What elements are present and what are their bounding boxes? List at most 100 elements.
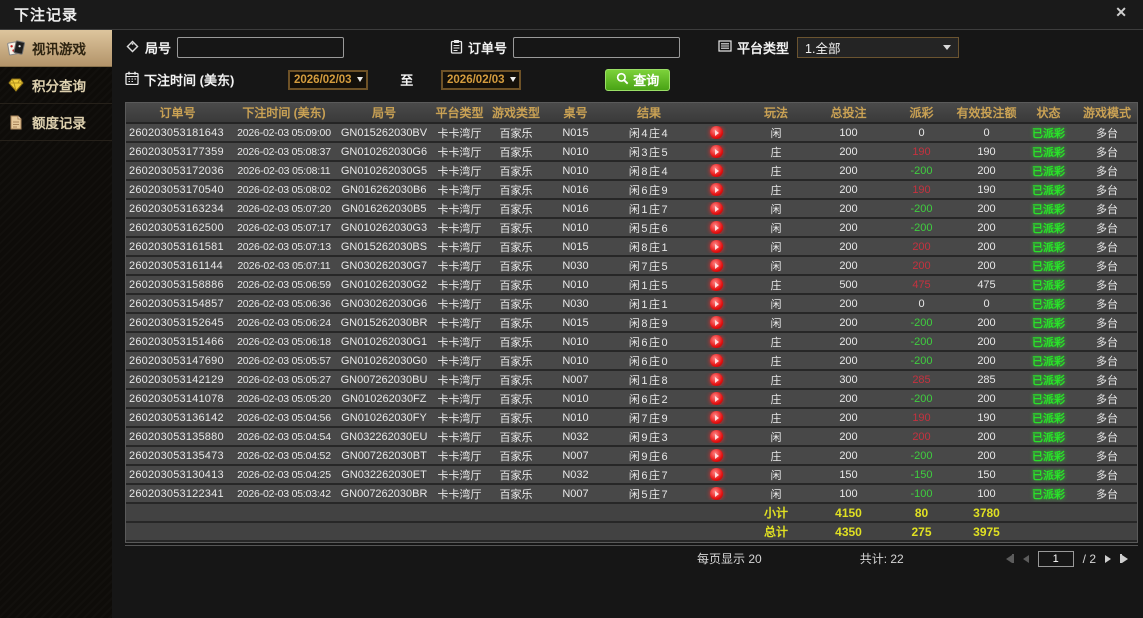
cell-payout: 190 <box>912 411 931 424</box>
cell-table: N010 <box>562 411 589 424</box>
cards-icon <box>7 40 25 56</box>
result-play-cell <box>689 259 743 272</box>
col-header-method: 玩法 <box>763 106 788 120</box>
col-header-platform: 平台类型 <box>435 106 484 120</box>
cell-table: N010 <box>562 221 589 234</box>
result-play-cell <box>689 278 743 291</box>
play-icon[interactable] <box>709 487 723 500</box>
play-icon[interactable] <box>709 221 723 234</box>
play-icon[interactable] <box>709 202 723 215</box>
cell-order: 260203053172036 <box>129 164 224 177</box>
bet-records-table: 订单号 下注时间 (美东) 局号 平台类型 游戏类型 桌号 结果 玩法 总投注 … <box>125 102 1138 543</box>
table-row: 260203053147690 2026-02-03 05:05:57 GN0102… <box>126 352 1137 371</box>
cell-game: 百家乐 <box>499 222 533 235</box>
cell-result: 闲6庄9 <box>628 184 670 197</box>
play-icon[interactable] <box>709 278 723 291</box>
play-icon[interactable] <box>709 240 723 253</box>
cell-status: 已派彩 <box>1032 165 1065 178</box>
play-icon[interactable] <box>709 316 723 329</box>
sidebar-item-video-games[interactable]: 视讯游戏 <box>0 30 112 67</box>
table-row: 260203053163234 2026-02-03 05:07:20 GN0162… <box>126 200 1137 219</box>
first-page-icon[interactable] <box>1005 554 1014 563</box>
cell-result: 闲4庄4 <box>628 127 670 140</box>
play-icon[interactable] <box>709 164 723 177</box>
page-number-input[interactable] <box>1037 550 1074 567</box>
cell-order: 260203053161144 <box>129 259 223 272</box>
cell-mode: 多台 <box>1096 146 1118 159</box>
col-header-valid: 有效投注额 <box>956 106 1017 120</box>
round-no-input[interactable] <box>177 37 345 58</box>
date-from-picker[interactable]: 2026/02/03 <box>288 69 369 90</box>
cell-mode: 多台 <box>1096 450 1118 463</box>
subtotal-payout: 80 <box>914 505 929 520</box>
play-icon[interactable] <box>709 297 723 310</box>
play-icon[interactable] <box>709 468 723 481</box>
cell-time: 2026-02-03 05:05:57 <box>237 354 331 367</box>
play-icon[interactable] <box>709 430 723 443</box>
cell-platform: 卡卡湾厅 <box>437 336 482 349</box>
cell-platform: 卡卡湾厅 <box>437 203 482 216</box>
order-no-input[interactable] <box>513 37 681 58</box>
cell-result: 闲1庄7 <box>628 203 670 216</box>
cell-bet: 150 <box>839 468 858 481</box>
cell-order: 260203053162500 <box>129 221 224 234</box>
cell-round: GN010262030G3 <box>340 221 428 234</box>
prev-page-icon[interactable] <box>1022 554 1029 563</box>
cell-order: 260203053142129 <box>129 373 224 386</box>
cell-valid: 200 <box>977 164 996 177</box>
play-icon[interactable] <box>709 126 723 139</box>
cell-result: 闲7庄5 <box>628 260 670 273</box>
table-row: 260203053135880 2026-02-03 05:04:54 GN0322… <box>126 428 1137 447</box>
cell-order: 260203053163234 <box>129 202 224 215</box>
play-icon[interactable] <box>709 183 723 196</box>
close-icon[interactable]: ✕ <box>1115 5 1127 19</box>
cell-status: 已派彩 <box>1032 203 1065 216</box>
result-play-cell <box>689 335 743 348</box>
play-icon[interactable] <box>709 411 723 424</box>
cell-platform: 卡卡湾厅 <box>437 241 482 254</box>
cell-result: 闲1庄5 <box>628 279 670 292</box>
play-icon[interactable] <box>709 392 723 405</box>
search-button[interactable]: 查询 <box>605 68 671 91</box>
play-icon[interactable] <box>709 373 723 386</box>
cell-game: 百家乐 <box>499 412 533 425</box>
last-page-icon[interactable] <box>1120 554 1128 563</box>
result-play-cell <box>689 145 743 158</box>
play-icon[interactable] <box>709 354 723 367</box>
cell-platform: 卡卡湾厅 <box>437 469 482 482</box>
cell-order: 260203053135473 <box>129 449 224 462</box>
cell-payout: -200 <box>910 354 933 367</box>
cell-game: 百家乐 <box>499 488 533 501</box>
date-to-picker[interactable]: 2026/02/03 <box>441 69 522 90</box>
sidebar-item-credit-records[interactable]: 额度记录 <box>0 104 112 141</box>
cell-time: 2026-02-03 05:05:20 <box>237 392 331 405</box>
table-row: 260203053177359 2026-02-03 05:08:37 GN0102… <box>126 143 1137 162</box>
clipboard-icon <box>450 39 463 57</box>
cell-payout: -150 <box>910 468 933 481</box>
result-play-cell <box>689 487 743 500</box>
cell-table: N015 <box>562 126 589 139</box>
play-icon[interactable] <box>709 259 723 272</box>
cell-table: N010 <box>562 164 589 177</box>
platform-type-select[interactable]: 1.全部 <box>797 37 960 58</box>
cell-platform: 卡卡湾厅 <box>437 146 482 159</box>
cell-platform: 卡卡湾厅 <box>437 279 482 292</box>
cell-method: 闲 <box>770 431 782 444</box>
cell-order: 260203053161581 <box>129 240 224 253</box>
result-play-cell <box>689 297 743 310</box>
cell-bet: 200 <box>839 259 858 272</box>
sidebar-item-points-query[interactable]: 积分查询 <box>0 67 112 104</box>
play-icon[interactable] <box>709 449 723 462</box>
play-icon[interactable] <box>709 335 723 348</box>
cell-round: GN010262030FY <box>341 411 427 424</box>
sidebar-item-label: 积分查询 <box>32 79 86 94</box>
cell-payout: -100 <box>910 487 933 500</box>
cell-time: 2026-02-03 05:08:11 <box>237 164 331 177</box>
result-play-cell <box>689 126 743 139</box>
cell-method: 闲 <box>770 127 782 140</box>
play-icon[interactable] <box>709 145 723 158</box>
title-bar: 下注记录 ✕ <box>0 0 1143 30</box>
cell-mode: 多台 <box>1096 393 1118 406</box>
next-page-icon[interactable] <box>1105 554 1111 563</box>
subtotal-row: 小计 4150 80 3780 <box>126 504 1137 523</box>
